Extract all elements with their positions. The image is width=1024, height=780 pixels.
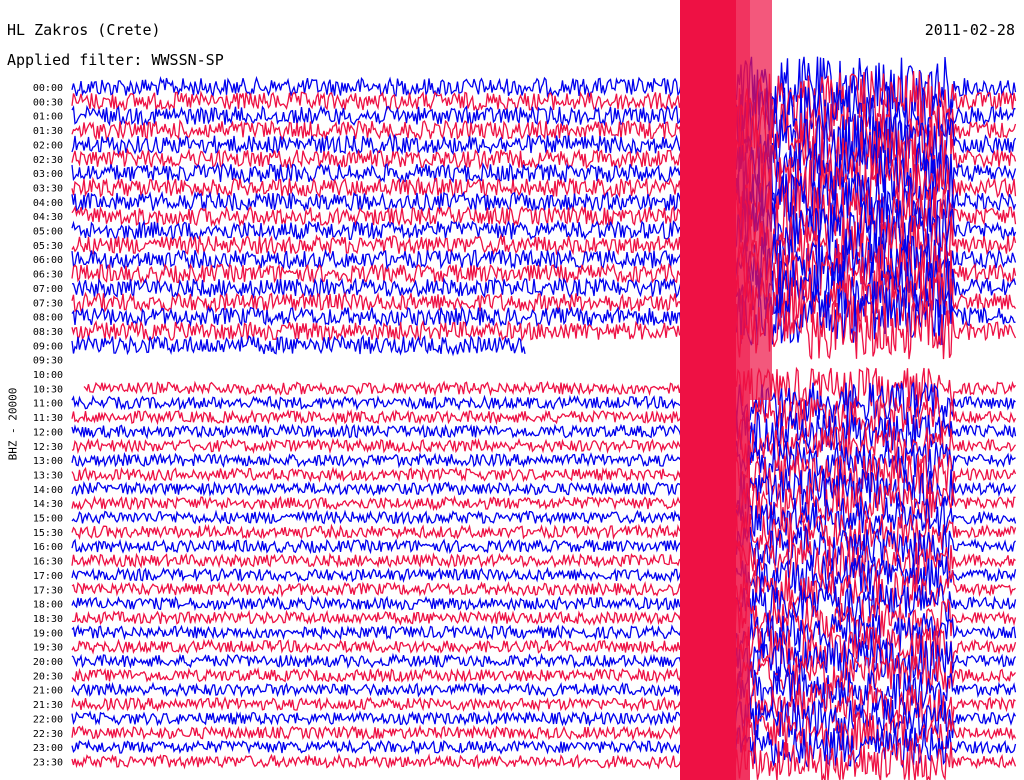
- row-tick-label: 04:00: [33, 198, 63, 209]
- row-tick-label: 08:00: [33, 313, 63, 324]
- row-tick-label: 15:30: [33, 528, 63, 539]
- row-tick-label: 18:30: [33, 614, 63, 625]
- row-tick-label: 17:00: [33, 571, 63, 582]
- row-tick-label: 03:00: [33, 169, 63, 180]
- event-saturation-band: [680, 0, 736, 780]
- row-tick-label: 16:30: [33, 557, 63, 568]
- row-tick-label: 07:00: [33, 284, 63, 295]
- row-tick-label: 02:30: [33, 155, 63, 166]
- row-tick-label: 18:00: [33, 600, 63, 611]
- seismogram-plot: 00:00 00:30 01:00 01:30 02:00 02:30 03:00 03:30…: [33, 0, 1017, 780]
- row-tick-label: 09:30: [33, 356, 63, 367]
- row-tick-label: 12:30: [33, 442, 63, 453]
- row-tick-labels: 00:00 00:30 01:00 01:30 02:00 02:30 03:00 03:30…: [33, 83, 63, 768]
- row-tick-label: 05:00: [33, 227, 63, 238]
- row-tick-label: 00:00: [33, 83, 63, 94]
- row-tick-label: 21:00: [33, 686, 63, 697]
- row-tick-label: 06:30: [33, 270, 63, 281]
- row-tick-label: 16:00: [33, 542, 63, 553]
- row-tick-label: 02:00: [33, 140, 63, 151]
- row-tick-label: 04:30: [33, 212, 63, 223]
- row-tick-label: 19:00: [33, 628, 63, 639]
- trace-row: [71, 741, 1017, 780]
- row-tick-label: 05:30: [33, 241, 63, 252]
- row-tick-label: 07:30: [33, 298, 63, 309]
- row-tick-label: 01:00: [33, 112, 63, 123]
- row-tick-label: 12:00: [33, 427, 63, 438]
- row-tick-label: 08:30: [33, 327, 63, 338]
- row-tick-label: 03:30: [33, 183, 63, 194]
- row-tick-label: 17:30: [33, 585, 63, 596]
- row-tick-label: 14:30: [33, 499, 63, 510]
- event-saturation-band: [736, 0, 750, 780]
- row-tick-label: 00:30: [33, 97, 63, 108]
- row-tick-label: 20:00: [33, 657, 63, 668]
- row-tick-label: 01:30: [33, 126, 63, 137]
- row-tick-label: 22:00: [33, 714, 63, 725]
- row-tick-label: 23:00: [33, 743, 63, 754]
- row-tick-label: 23:30: [33, 757, 63, 768]
- row-tick-label: 13:30: [33, 470, 63, 481]
- row-tick-label: 14:00: [33, 485, 63, 496]
- row-tick-label: 11:00: [33, 399, 63, 410]
- seismogram-traces: [71, 0, 1017, 780]
- row-tick-label: 10:30: [33, 384, 63, 395]
- row-tick-label: 22:30: [33, 729, 63, 740]
- row-tick-label: 06:00: [33, 255, 63, 266]
- row-tick-label: 10:00: [33, 370, 63, 381]
- row-tick-label: 13:00: [33, 456, 63, 467]
- row-tick-label: 11:30: [33, 413, 63, 424]
- trace-row: [71, 56, 1017, 118]
- row-tick-label: 21:30: [33, 700, 63, 711]
- trace-row: [71, 334, 526, 357]
- row-tick-label: 19:30: [33, 643, 63, 654]
- row-tick-label: 09:00: [33, 341, 63, 352]
- row-tick-label: 15:00: [33, 514, 63, 525]
- row-tick-label: 20:30: [33, 671, 63, 682]
- event-saturation-band: [750, 0, 772, 400]
